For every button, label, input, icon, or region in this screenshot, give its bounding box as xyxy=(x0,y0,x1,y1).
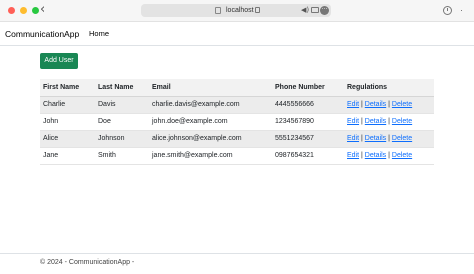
url-text: localhost xyxy=(226,7,254,14)
details-link[interactable]: Details xyxy=(365,101,386,108)
users-table: First Name Last Name Email Phone Number … xyxy=(40,79,434,165)
table-row: John Doe john.doe@example.com 1234567890… xyxy=(40,113,434,131)
cell-first-name: John xyxy=(40,113,95,131)
cell-first-name: Charlie xyxy=(40,96,95,114)
back-icon[interactable]: ‹ xyxy=(40,3,52,17)
brand-link[interactable]: CommunicationApp xyxy=(5,28,79,40)
speaker-icon[interactable]: ◀) xyxy=(301,5,309,16)
cell-actions: Edit | Details | Delete xyxy=(344,113,434,131)
lock-icon xyxy=(255,7,260,13)
table-row: Jane Smith jane.smith@example.com 098765… xyxy=(40,147,434,165)
cell-last-name: Doe xyxy=(95,113,149,131)
minimize-window-button[interactable] xyxy=(20,7,27,14)
footer-text: © 2024 - CommunicationApp - xyxy=(40,259,135,266)
cell-actions: Edit | Details | Delete xyxy=(344,147,434,165)
delete-link[interactable]: Delete xyxy=(392,101,412,108)
table-row: Alice Johnson alice.johnson@example.com … xyxy=(40,130,434,148)
browser-toolbar: ‹ localhost ◀) ··· · xyxy=(0,0,474,22)
cell-phone: 4445556666 xyxy=(272,96,344,114)
close-window-button[interactable] xyxy=(8,7,15,14)
nav-home-link[interactable]: Home xyxy=(89,28,109,40)
edit-link[interactable]: Edit xyxy=(347,118,359,125)
cell-actions: Edit | Details | Delete xyxy=(344,130,434,148)
more-icon[interactable]: ··· xyxy=(320,6,329,15)
cell-email: jane.smith@example.com xyxy=(149,147,272,165)
delete-link[interactable]: Delete xyxy=(392,152,412,159)
menu-icon[interactable]: · xyxy=(460,4,463,16)
cell-phone: 0987654321 xyxy=(272,147,344,165)
details-link[interactable]: Details xyxy=(365,135,386,142)
header-regulations: Regulations xyxy=(344,79,434,97)
header-first-name: First Name xyxy=(40,79,95,97)
delete-link[interactable]: Delete xyxy=(392,135,412,142)
cell-email: john.doe@example.com xyxy=(149,113,272,131)
app-navbar: CommunicationApp Home xyxy=(0,23,474,45)
edit-link[interactable]: Edit xyxy=(347,135,359,142)
clock-icon[interactable] xyxy=(443,6,452,15)
add-user-button[interactable]: Add User xyxy=(40,53,78,69)
table-row: Charlie Davis charlie.davis@example.com … xyxy=(40,96,434,114)
delete-link[interactable]: Delete xyxy=(392,118,412,125)
cell-last-name: Smith xyxy=(95,147,149,165)
cell-email: alice.johnson@example.com xyxy=(149,130,272,148)
table-header-row: First Name Last Name Email Phone Number … xyxy=(40,79,434,97)
navbar-divider xyxy=(0,45,474,46)
cell-actions: Edit | Details | Delete xyxy=(344,96,434,114)
header-email: Email xyxy=(149,79,272,97)
edit-link[interactable]: Edit xyxy=(347,101,359,108)
tab-icon xyxy=(215,7,221,14)
details-link[interactable]: Details xyxy=(365,118,386,125)
header-phone-number: Phone Number xyxy=(272,79,344,97)
cell-first-name: Jane xyxy=(40,147,95,165)
reader-icon[interactable] xyxy=(311,7,319,13)
details-link[interactable]: Details xyxy=(365,152,386,159)
cell-last-name: Davis xyxy=(95,96,149,114)
zoom-window-button[interactable] xyxy=(32,7,39,14)
edit-link[interactable]: Edit xyxy=(347,152,359,159)
cell-last-name: Johnson xyxy=(95,130,149,148)
cell-first-name: Alice xyxy=(40,130,95,148)
header-last-name: Last Name xyxy=(95,79,149,97)
footer-divider xyxy=(0,253,474,254)
window-controls xyxy=(8,7,39,14)
address-bar[interactable]: localhost ◀) ··· xyxy=(141,4,331,17)
cell-phone: 5551234567 xyxy=(272,130,344,148)
cell-email: charlie.davis@example.com xyxy=(149,96,272,114)
cell-phone: 1234567890 xyxy=(272,113,344,131)
